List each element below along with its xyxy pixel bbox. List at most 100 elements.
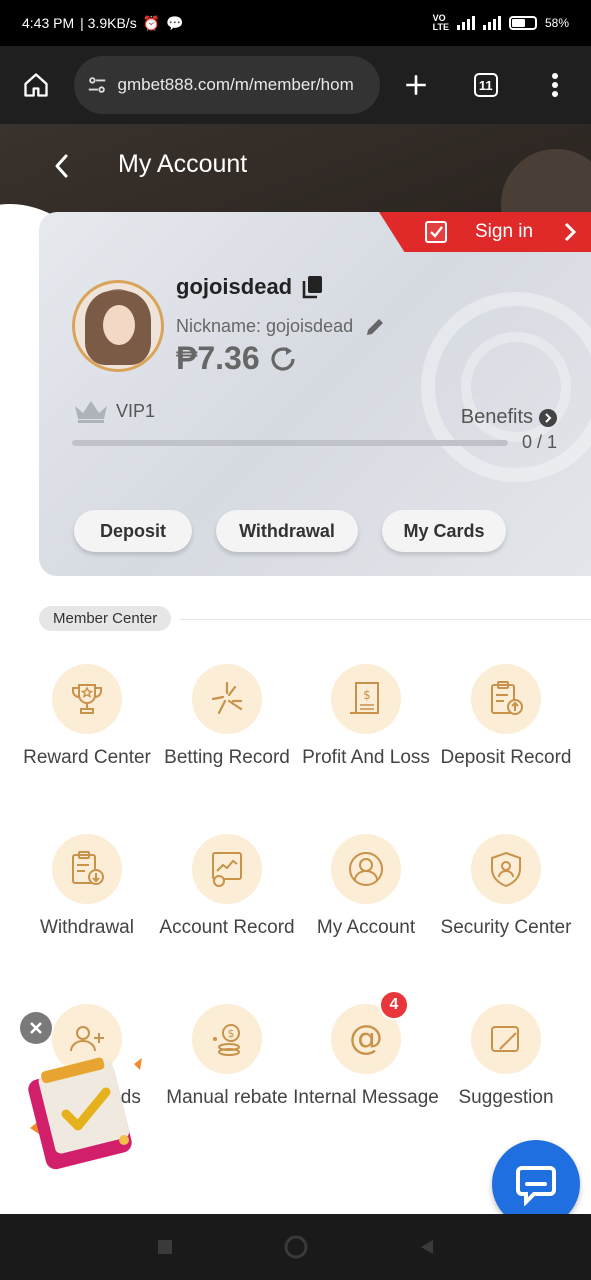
member-item-betting-record[interactable]: Betting Record bbox=[152, 664, 302, 770]
my-cards-button[interactable]: My Cards bbox=[382, 510, 506, 552]
betting-record-icon bbox=[192, 664, 262, 734]
member-item-my-account[interactable]: My Account bbox=[291, 834, 441, 940]
member-item-label: My Account bbox=[316, 917, 416, 938]
alarm-icon: ⏰ bbox=[142, 14, 161, 31]
card-actions: Deposit Withdrawal My Cards bbox=[74, 510, 506, 552]
withdrawal-record-icon bbox=[52, 834, 122, 904]
account-card: Sign in gojoisdead Nickname: gojoisdead … bbox=[39, 212, 591, 576]
signal-icon bbox=[456, 16, 475, 30]
receipt-icon: $ bbox=[331, 664, 401, 734]
chevron-circle-right-icon bbox=[539, 408, 557, 427]
member-item-label: Manual rebate bbox=[166, 1087, 288, 1108]
vip-level: VIP1 bbox=[72, 398, 155, 424]
chevron-right-icon bbox=[564, 222, 577, 242]
member-item-label: Deposit Record bbox=[440, 747, 572, 768]
username-row: gojoisdead bbox=[176, 274, 324, 300]
vip-progress-bar bbox=[72, 440, 508, 446]
chat-bubble-icon bbox=[516, 1166, 556, 1206]
balance-amount: ₱7.36 bbox=[176, 340, 260, 376]
benefits-link[interactable]: Benefits bbox=[461, 406, 557, 429]
deposit-record-icon bbox=[471, 664, 541, 734]
avatar[interactable] bbox=[72, 280, 164, 372]
member-item-label: Betting Record bbox=[164, 747, 290, 768]
member-item-internal-message[interactable]: @4 Internal Message bbox=[291, 990, 441, 1110]
status-time: 4:43 PM bbox=[22, 15, 75, 31]
close-promo-button[interactable] bbox=[20, 1012, 52, 1044]
member-item-manual-rebate[interactable]: $ Manual rebate bbox=[152, 1004, 302, 1110]
coins-icon: $ bbox=[192, 1004, 262, 1074]
battery-icon bbox=[508, 16, 537, 30]
deposit-button[interactable]: Deposit bbox=[74, 510, 192, 552]
svg-text:$: $ bbox=[228, 1027, 235, 1040]
promo-gift-floating[interactable] bbox=[22, 1054, 146, 1172]
refresh-icon[interactable] bbox=[268, 344, 298, 374]
sign-in-button[interactable]: Sign in bbox=[379, 212, 591, 252]
volte-icon: VO LTE bbox=[432, 13, 449, 32]
home-icon bbox=[24, 73, 48, 97]
promo-book-icon bbox=[28, 1057, 142, 1170]
account-record-icon bbox=[192, 834, 262, 904]
signal-4g-icon bbox=[482, 16, 501, 30]
nickname-row: Nickname: gojoisdead bbox=[176, 316, 385, 337]
username: gojoisdead bbox=[176, 274, 293, 299]
page-content: My Account Sign in gojoisdead Nickname: … bbox=[0, 124, 591, 1214]
svg-text:@: @ bbox=[349, 1019, 383, 1058]
shield-user-icon bbox=[471, 834, 541, 904]
system-nav-bar bbox=[0, 1214, 591, 1280]
withdrawal-button[interactable]: Withdrawal bbox=[216, 510, 358, 552]
member-center-title: Member Center bbox=[39, 606, 172, 631]
member-item-label: Account Record bbox=[159, 917, 295, 938]
member-item-security-center[interactable]: Security Center bbox=[431, 834, 581, 940]
divider bbox=[180, 619, 591, 620]
tab-switcher-button[interactable]: 11 bbox=[464, 63, 508, 107]
benefits-label: Benefits bbox=[460, 406, 533, 428]
browser-menu-button[interactable] bbox=[534, 63, 578, 107]
close-icon bbox=[30, 1022, 42, 1034]
back-button[interactable] bbox=[44, 148, 80, 184]
url-text: gmbet888.com/m/member/hom bbox=[117, 75, 354, 94]
home-button[interactable] bbox=[14, 63, 58, 107]
crown-icon bbox=[75, 401, 107, 423]
member-item-withdrawal[interactable]: Withdrawal bbox=[12, 834, 162, 940]
member-item-label: Suggestion bbox=[458, 1087, 554, 1108]
back-triangle-icon[interactable] bbox=[418, 1238, 436, 1256]
copy-icon[interactable] bbox=[302, 275, 324, 299]
chevron-left-icon bbox=[55, 154, 68, 178]
member-item-label: Security Center bbox=[440, 917, 572, 938]
member-item-label: Internal Message bbox=[293, 1087, 439, 1108]
home-circle-icon[interactable] bbox=[284, 1235, 308, 1259]
site-settings-icon[interactable] bbox=[86, 74, 108, 96]
suggestion-icon bbox=[471, 1004, 541, 1074]
trophy-icon bbox=[52, 664, 122, 734]
vip-label: VIP1 bbox=[116, 400, 156, 421]
browser-toolbar: gmbet888.com/m/member/hom 11 bbox=[0, 46, 591, 124]
more-vert-icon bbox=[552, 73, 559, 97]
chat-support-button[interactable] bbox=[492, 1140, 580, 1214]
status-bar: 4:43 PM | 3.9KB/s ⏰ 💬 VO LTE 58% bbox=[0, 0, 591, 46]
balance-row: ₱7.36 bbox=[176, 340, 298, 377]
member-item-reward-center[interactable]: Reward Center bbox=[12, 664, 162, 770]
edit-pencil-icon[interactable] bbox=[365, 317, 385, 337]
sign-in-label: Sign in bbox=[475, 221, 534, 242]
message-icon: 💬 bbox=[166, 14, 184, 31]
member-item-label: Profit And Loss bbox=[302, 747, 430, 768]
plus-icon bbox=[406, 75, 426, 95]
tab-count: 11 bbox=[473, 73, 498, 97]
member-item-label: Withdrawal bbox=[40, 917, 134, 938]
recent-apps-icon[interactable] bbox=[156, 1238, 174, 1256]
page-title: My Account bbox=[118, 150, 248, 178]
vip-progress-text: 0 / 1 bbox=[521, 432, 557, 452]
member-item-profit-and-loss[interactable]: $ Profit And Loss bbox=[291, 664, 441, 770]
user-icon bbox=[331, 834, 401, 904]
member-item-label: Reward Center bbox=[23, 747, 151, 768]
member-item-suggestion[interactable]: Suggestion bbox=[431, 1004, 581, 1110]
svg-text:$: $ bbox=[363, 688, 371, 702]
member-item-deposit-record[interactable]: Deposit Record bbox=[431, 664, 581, 770]
at-icon: @4 bbox=[331, 990, 409, 1074]
unread-badge: 4 bbox=[379, 990, 409, 1020]
address-bar[interactable]: gmbet888.com/m/member/hom bbox=[73, 56, 381, 114]
battery-percent: 58% bbox=[544, 16, 569, 30]
new-tab-button[interactable] bbox=[394, 63, 438, 107]
checkbox-calendar-icon bbox=[425, 221, 447, 243]
member-item-account-record[interactable]: Account Record bbox=[152, 834, 302, 940]
